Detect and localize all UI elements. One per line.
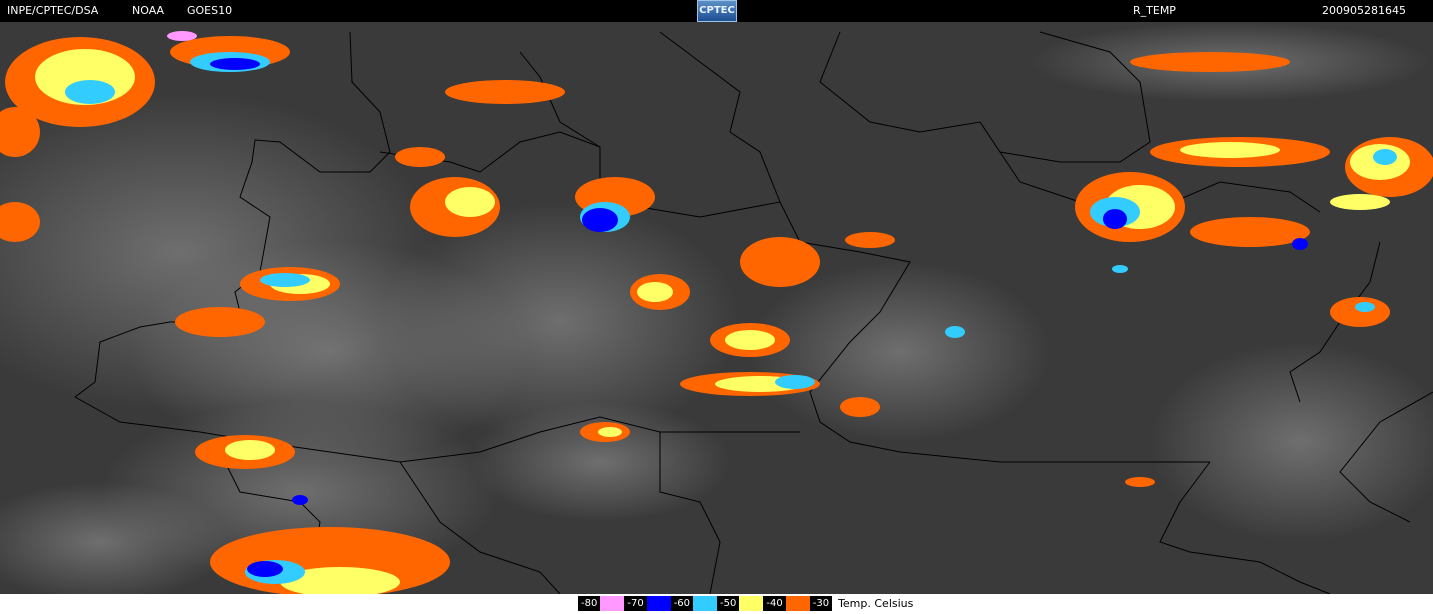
legend-item: -70 bbox=[624, 596, 671, 611]
timestamp-label: 200905281645 bbox=[1322, 4, 1406, 17]
cloud-tops-coldest bbox=[167, 31, 197, 41]
source-label: INPE/CPTEC/DSA bbox=[7, 4, 99, 17]
legend-swatch bbox=[739, 596, 764, 611]
legend-label: -40 bbox=[763, 596, 786, 611]
temperature-legend: -80 -70 -60 -50 -40 -30 Temp. Celsius bbox=[578, 596, 913, 611]
header-bar: INPE/CPTEC/DSA NOAA GOES10 CPTEC R_TEMP … bbox=[0, 0, 1433, 22]
legend-swatch bbox=[600, 596, 625, 611]
product-label: R_TEMP bbox=[1133, 4, 1176, 17]
legend-bar: -80 -70 -60 -50 -40 -30 Temp. Celsius bbox=[0, 594, 1433, 614]
legend-label: -70 bbox=[624, 596, 647, 611]
legend-item: -80 bbox=[578, 596, 625, 611]
agency-label: NOAA bbox=[132, 4, 165, 17]
legend-item: -60 bbox=[670, 596, 718, 611]
legend-label: -50 bbox=[717, 596, 740, 611]
legend-item: -50 bbox=[717, 596, 764, 611]
cptec-logo: CPTEC bbox=[697, 0, 737, 22]
satellite-label: GOES10 bbox=[187, 4, 233, 17]
legend-unit: Temp. Celsius bbox=[838, 597, 914, 610]
legend-swatch bbox=[693, 596, 718, 611]
legend-swatch bbox=[785, 596, 810, 611]
legend-item: -40 bbox=[763, 596, 810, 611]
legend-label: -60 bbox=[670, 596, 694, 611]
legend-item: -30 bbox=[809, 596, 833, 611]
satellite-image bbox=[0, 22, 1433, 594]
satellite-map bbox=[0, 22, 1433, 594]
legend-label: -80 bbox=[578, 596, 601, 611]
legend-swatch bbox=[646, 596, 671, 611]
legend-label: -30 bbox=[809, 596, 833, 611]
